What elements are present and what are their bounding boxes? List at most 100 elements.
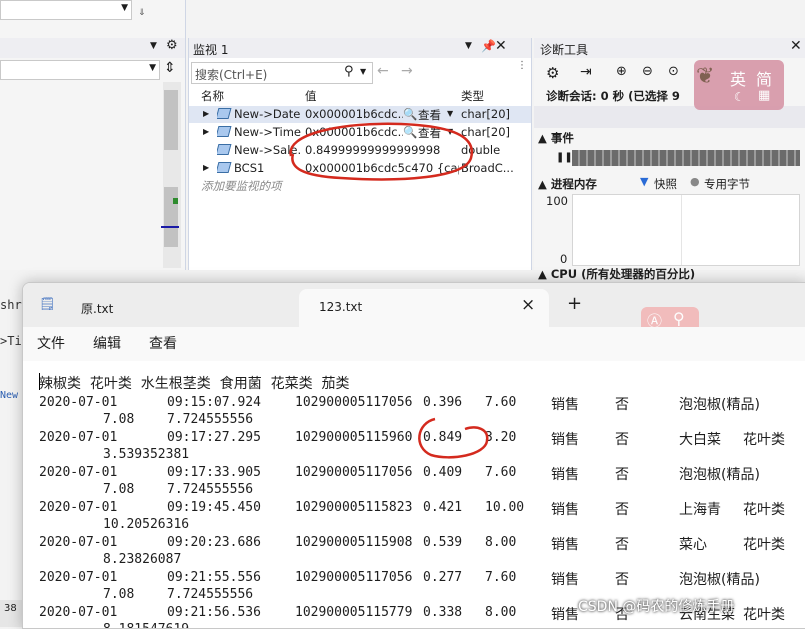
back-arrow-icon[interactable]: ← xyxy=(377,63,389,79)
record-price: 10.00 xyxy=(485,500,525,515)
record-name: 泡泡椒(精品) xyxy=(679,572,760,588)
object-icon xyxy=(217,126,232,137)
window-menu-icon[interactable]: ▼ xyxy=(465,41,472,51)
menu-view[interactable]: 查看 xyxy=(149,333,177,353)
zoom-in-icon[interactable]: ⊕ xyxy=(616,64,627,79)
search-options-icon[interactable]: ▼ xyxy=(360,67,366,76)
pause-icon[interactable]: ❚❚ xyxy=(556,152,573,163)
moon-icon[interactable]: ☾ xyxy=(734,90,745,104)
private-bytes-icon: ● xyxy=(690,175,700,188)
add-watch-item[interactable]: 添加要监视的项 xyxy=(201,178,282,194)
record-date: 2020-07-01 xyxy=(39,570,118,585)
scrollbar-thumb-lower[interactable] xyxy=(164,187,178,247)
overflow-icon[interactable]: ⋮ xyxy=(517,60,527,71)
zoom-out-icon[interactable]: ⊖ xyxy=(642,64,653,79)
column-name[interactable]: 名称 xyxy=(201,88,224,104)
record-date: 2020-07-01 xyxy=(39,465,118,480)
pin-icon[interactable]: 📌 xyxy=(481,39,496,53)
tab-123[interactable]: 123.txt × xyxy=(299,289,549,327)
tab-original[interactable]: 原.txt xyxy=(67,289,267,327)
watch-header: 名称 值 类型 xyxy=(189,88,519,104)
expand-icon[interactable]: ▶ xyxy=(203,163,209,172)
events-label: 事件 xyxy=(550,131,574,145)
pane-menu-icon[interactable]: ▼ xyxy=(150,41,157,51)
record-refund: 否 xyxy=(615,502,629,518)
new-tab-button[interactable]: + xyxy=(567,293,582,314)
scope-dropdown[interactable]: ▼ xyxy=(0,0,132,20)
code-fragment-1: shr xyxy=(0,298,22,312)
grid-icon[interactable]: ▦ xyxy=(758,88,770,103)
gear-icon[interactable]: ⚙ xyxy=(166,38,178,53)
record-date: 2020-07-01 xyxy=(39,605,118,620)
editor-scrollbar[interactable] xyxy=(161,82,181,268)
member-dropdown[interactable]: ▼ xyxy=(0,60,160,80)
notepad-text-area[interactable]: 辣椒类 花叶类 水生根茎类 食用菌 花菜类 茄类 2020-07-01 09:15… xyxy=(23,361,805,628)
expand-icon[interactable]: ▶ xyxy=(203,109,209,118)
menu-file[interactable]: 文件 xyxy=(37,333,65,353)
record-refund: 否 xyxy=(615,467,629,483)
search-icon[interactable]: ⚲ xyxy=(344,64,354,79)
column-value[interactable]: 值 xyxy=(305,88,317,104)
record-name: 大白菜 xyxy=(679,432,721,448)
red-annotation-circle xyxy=(418,417,489,459)
ime-mode[interactable]: 英 xyxy=(730,66,746,90)
record-type: 销售 xyxy=(551,397,579,413)
export-icon[interactable]: ⇥ xyxy=(580,64,592,80)
snapshot-label: 快照 xyxy=(654,177,677,191)
ime-toolbar[interactable]: ❦ 英 简 ☾ ▦ xyxy=(694,60,784,110)
record-type: 销售 xyxy=(551,607,579,623)
record-type: 销售 xyxy=(551,572,579,588)
record-date: 2020-07-01 xyxy=(39,395,118,410)
events-section[interactable]: ▲ 事件 xyxy=(538,130,574,146)
chevron-down-icon: ▼ xyxy=(121,3,128,13)
search-icon[interactable]: ⚲ xyxy=(673,309,685,328)
record-time: 09:19:45.450 xyxy=(167,500,261,515)
cpu-section[interactable]: ▲ CPU (所有处理器的百分比) xyxy=(538,266,695,282)
record-qty: 0.396 xyxy=(423,395,463,410)
code-fragment-2: >Ti xyxy=(0,334,22,348)
events-timeline[interactable] xyxy=(572,150,800,166)
snapshot-marker-icon: ▼ xyxy=(640,175,649,188)
record-wrap-value: 7.08 xyxy=(103,587,135,602)
dropdown-arrow-icon[interactable]: ⇓ xyxy=(138,8,146,18)
forward-arrow-icon[interactable]: → xyxy=(401,63,413,79)
settings-icon[interactable]: ⚙ xyxy=(546,64,559,82)
caret-marker xyxy=(161,226,179,228)
record-name: 菜心 xyxy=(679,537,707,553)
record-cat: 花叶类 xyxy=(743,432,785,448)
text-caret xyxy=(39,373,40,390)
expand-icon[interactable]: ▶ xyxy=(203,127,209,136)
close-icon[interactable]: ✕ xyxy=(495,38,507,54)
record-qty: 0.421 xyxy=(423,500,463,515)
memory-section[interactable]: ▲ 进程内存 xyxy=(538,176,597,192)
header-line: 辣椒类 花叶类 水生根茎类 食用菌 花菜类 茄类 xyxy=(39,376,350,392)
zoom-reset-icon[interactable]: ⊙ xyxy=(668,64,679,79)
status-strip: 38 xyxy=(0,600,22,627)
close-icon[interactable]: ✕ xyxy=(790,38,802,54)
menu-edit[interactable]: 编辑 xyxy=(93,333,121,353)
split-icon[interactable]: ⇕ xyxy=(164,60,176,76)
object-icon xyxy=(217,144,232,155)
record-wrap-value: 8.23826087 xyxy=(103,552,182,567)
object-icon xyxy=(217,162,232,173)
column-type[interactable]: 类型 xyxy=(461,88,484,104)
ime-variant[interactable]: 简 xyxy=(756,66,772,90)
tab-label: 原.txt xyxy=(81,302,114,316)
record-wrap-value: 7.724555556 xyxy=(167,587,254,602)
search-input[interactable]: 搜索(Ctrl+E) xyxy=(195,66,267,83)
record-refund: 否 xyxy=(615,397,629,413)
scrollbar-thumb[interactable] xyxy=(164,90,178,150)
record-type: 销售 xyxy=(551,537,579,553)
notepad-menu-bar: 文件 编辑 查看 xyxy=(23,327,805,361)
diagnostics-title-bar: 诊断工具 ✕ xyxy=(534,38,805,58)
record-price: 7.60 xyxy=(485,395,517,410)
watermark-text: CSDN @码农的修炼手册 xyxy=(578,599,735,615)
watch-window: 监视 1 ▼ 📌 ✕ 搜索(Ctrl+E) ⚲ ▼ ← → ⋮ 名称 值 类型 … xyxy=(188,38,532,270)
record-qty: 0.277 xyxy=(423,570,463,585)
memory-graph[interactable] xyxy=(572,194,800,266)
record-refund: 否 xyxy=(615,572,629,588)
close-tab-icon[interactable]: × xyxy=(521,295,535,315)
record-name: 泡泡椒(精品) xyxy=(679,467,760,483)
change-marker xyxy=(173,198,178,204)
watch-search-box[interactable]: 搜索(Ctrl+E) ⚲ ▼ xyxy=(191,62,373,84)
